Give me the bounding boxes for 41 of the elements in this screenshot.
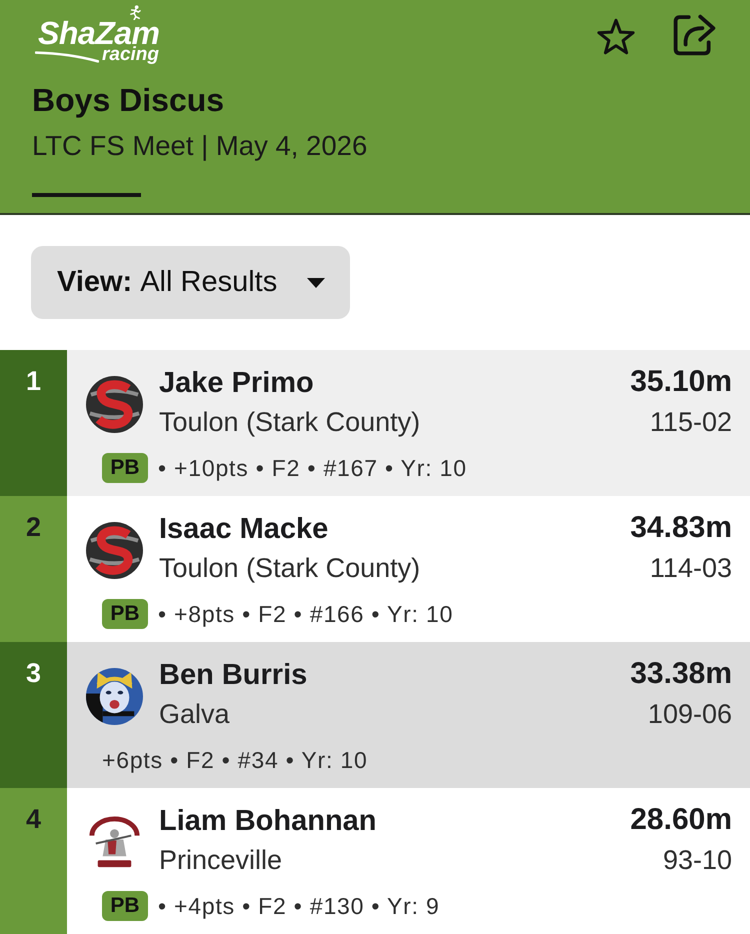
team-name: Toulon (Stark County) [159, 552, 420, 584]
star-icon[interactable] [597, 18, 635, 55]
athlete-name: Jake Primo [159, 366, 314, 400]
swoosh-icon [35, 50, 99, 62]
event-subtitle: LTC FS Meet | May 4, 2026 [32, 130, 368, 162]
athlete-name: Ben Burris [159, 658, 308, 692]
runner-icon [129, 5, 141, 20]
rank-cell: 1 [0, 350, 67, 496]
team-logo-icon [86, 522, 143, 579]
pb-badge: PB [102, 453, 148, 483]
result-row[interactable]: 3 Ben Burris Galva 33.38m 109-06 +6pts • F2 • #34 • Yr: 10 [0, 642, 750, 788]
team-logo-icon [86, 376, 143, 433]
result-mark: 34.83m [630, 511, 732, 545]
result-mark-imperial: 109-06 [648, 698, 732, 730]
result-details: +6pts • F2 • #34 • Yr: 10 [102, 746, 368, 775]
athlete-name: Liam Bohannan [159, 804, 377, 838]
result-mark: 35.10m [630, 365, 732, 399]
result-mark: 33.38m [630, 657, 732, 691]
result-row[interactable]: 1 Jake Primo Toulon (Stark County) 35.10m 115-02 PB • +10pts • F2 • #167 • Yr: 10 [0, 350, 750, 496]
pb-badge: PB [102, 891, 148, 921]
result-details: • +8pts • F2 • #166 • Yr: 10 [158, 600, 454, 629]
result-details: • +10pts • F2 • #167 • Yr: 10 [158, 454, 467, 483]
logo-tagline: racing [102, 46, 160, 63]
share-icon[interactable] [673, 14, 716, 56]
rank-cell: 3 [0, 642, 67, 788]
event-title: Boys Discus [32, 81, 224, 119]
rank-cell: 2 [0, 496, 67, 642]
caret-icon [307, 278, 325, 288]
view-dropdown[interactable]: View: All Results [31, 246, 350, 319]
athlete-name: Isaac Macke [159, 512, 328, 546]
result-mark-imperial: 93-10 [662, 844, 732, 876]
rank-cell: 4 [0, 788, 67, 934]
result-mark: 28.60m [630, 803, 732, 837]
pb-badge: PB [102, 599, 148, 629]
result-details: • +4pts • F2 • #130 • Yr: 9 [158, 892, 440, 921]
team-name: Princeville [159, 844, 282, 876]
logo-wordmark: ShaZam [38, 21, 160, 45]
result-mark-imperial: 115-02 [650, 406, 732, 438]
team-name: Toulon (Stark County) [159, 406, 420, 438]
team-name: Galva [159, 698, 230, 730]
result-mark-imperial: 114-03 [650, 552, 732, 584]
